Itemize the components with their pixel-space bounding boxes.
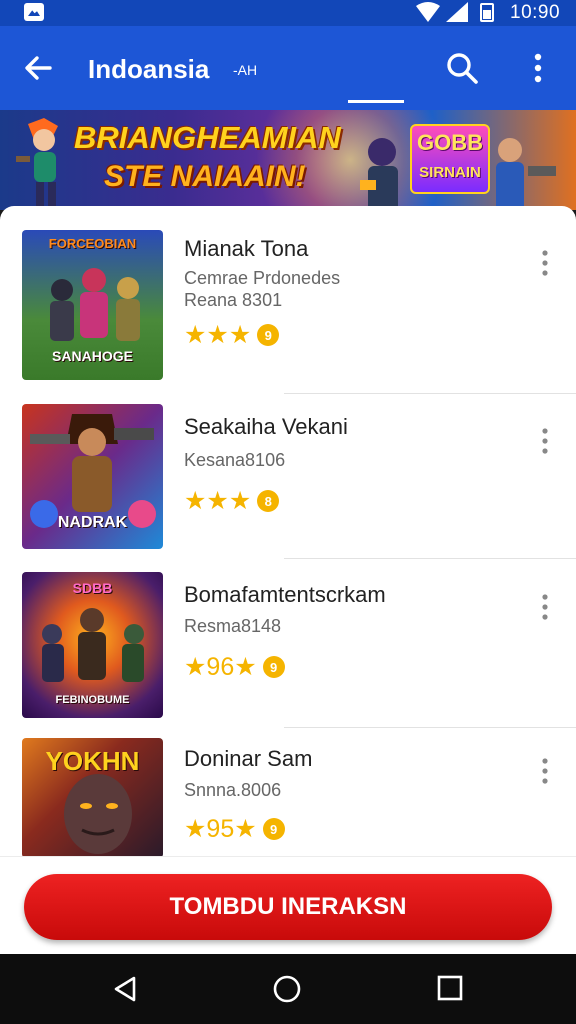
- promo-banner[interactable]: BRIANGHEAMIAN STE NAIAAIN! GOBB SIRNAIN: [0, 110, 576, 210]
- bottom-action-area: TOMBDU INERAKSN: [0, 856, 576, 954]
- game-thumbnail: NADRAK: [22, 404, 163, 549]
- banner-logo-bottom-text: SIRNAIN: [419, 164, 481, 181]
- tab-indicator: [348, 100, 404, 103]
- more-vert-icon[interactable]: [528, 50, 548, 86]
- back-arrow-icon[interactable]: [20, 50, 56, 86]
- star-rating: ★95★ 9: [184, 815, 285, 843]
- star-rating: ★96★ 9: [184, 653, 285, 681]
- rating-badge: 9: [262, 818, 285, 840]
- item-subtitle: Kesana8106: [184, 450, 286, 470]
- thumbnail-bottom-text: FEBINOBUME: [55, 694, 130, 706]
- item-more-icon[interactable]: [536, 592, 554, 622]
- star-rating: ★★★ 9: [184, 321, 280, 349]
- image-icon: [24, 3, 44, 21]
- item-more-icon[interactable]: [536, 426, 554, 456]
- list-item[interactable]: FORCEOBIAN SANAHOGE Mianak Tona Cemrae P…: [0, 206, 576, 394]
- battery-icon: [480, 3, 494, 22]
- item-title: Doninar Sam: [184, 746, 313, 771]
- rating-badge: 8: [257, 490, 280, 512]
- status-bar: 10:90: [0, 0, 576, 26]
- thumbnail-top-text: YOKHN: [45, 746, 140, 776]
- banner-hero-left-image: [16, 118, 58, 210]
- rating-badge: 9: [262, 656, 285, 678]
- rating-badge: 9: [257, 324, 280, 346]
- game-thumbnail: SDBB FEBINOBUME: [22, 572, 163, 718]
- star-icons: ★★★: [184, 487, 252, 515]
- primary-action-button[interactable]: TOMBDU INERAKSN: [24, 874, 552, 940]
- nav-back-icon[interactable]: [110, 974, 140, 1004]
- game-thumbnail: FORCEOBIAN SANAHOGE: [22, 230, 163, 380]
- system-nav-bar: [0, 954, 576, 1024]
- signal-icon: [446, 2, 468, 22]
- nav-recent-icon[interactable]: [436, 974, 464, 1002]
- list-item[interactable]: NADRAK Seakaiha Vekani Kesana8106 ★★★ 8: [0, 382, 576, 559]
- list-item[interactable]: SDBB FEBINOBUME Bomafamtentscrkam Resma8…: [0, 550, 576, 728]
- banner-logo-top-text: GOBB: [417, 130, 483, 155]
- item-more-icon[interactable]: [536, 248, 554, 278]
- item-subtitle: Cemrae Prdonedes: [184, 268, 341, 288]
- nav-home-icon[interactable]: [272, 974, 302, 1004]
- star-rating: ★★★ 8: [184, 487, 280, 515]
- item-title: Bomafamtentscrkam: [184, 582, 386, 607]
- banner-title: BRIANGHEAMIAN: [74, 120, 341, 155]
- status-time: 10:90: [510, 2, 561, 23]
- game-list: FORCEOBIAN SANAHOGE Mianak Tona Cemrae P…: [0, 206, 576, 856]
- star-icons: ★96★: [184, 653, 257, 681]
- banner-logo: GOBB SIRNAIN: [410, 124, 490, 194]
- banner-subtitle: STE NAIAAIN!: [104, 160, 306, 193]
- item-title: Mianak Tona: [184, 236, 309, 261]
- app-title: Indoansia: [88, 54, 210, 84]
- wifi-icon: [416, 2, 440, 22]
- star-icons: ★95★: [184, 815, 257, 843]
- list-item[interactable]: YOKHN Doninar Sam Snnna.8006 ★95★ 9: [0, 716, 576, 856]
- item-subtitle: Resma8148: [184, 616, 282, 636]
- search-icon[interactable]: [444, 50, 480, 86]
- thumbnail-bottom-text: NADRAK: [57, 514, 128, 531]
- thumbnail-top-text: FORCEOBIAN: [48, 236, 137, 251]
- thumbnail-top-text: SDBB: [72, 580, 113, 596]
- thumbnail-bottom-text: SANAHOGE: [52, 348, 133, 364]
- item-title: Seakaiha Vekani: [184, 414, 348, 439]
- app-subtitle: -AH: [233, 62, 258, 78]
- item-more-icon[interactable]: [536, 756, 554, 786]
- app-bar: Indoansia -AH: [0, 26, 576, 110]
- item-subtitle: Snnna.8006: [184, 780, 282, 800]
- item-code: Reana 8301: [184, 290, 283, 310]
- game-thumbnail: YOKHN: [22, 738, 163, 856]
- star-icons: ★★★: [184, 321, 252, 349]
